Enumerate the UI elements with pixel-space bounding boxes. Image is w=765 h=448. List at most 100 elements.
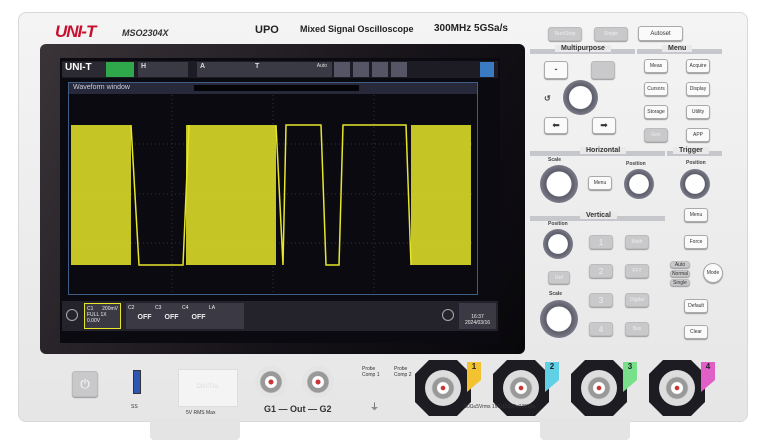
trace-dense-region [186, 125, 276, 265]
menu-button-storage[interactable]: Storage [644, 105, 668, 119]
model-name: MSO2304X [122, 28, 169, 38]
waveform-plot [71, 95, 475, 293]
ch3-label: C3 [155, 305, 162, 311]
probe-comp-1[interactable]: Probe Comp 1 [362, 366, 382, 378]
horizontal-title: Horizontal [580, 147, 627, 154]
right-arrow-button[interactable]: ➡ [592, 117, 616, 134]
menu-button-gen[interactable]: Gen [644, 128, 668, 142]
multipurpose-knob[interactable] [563, 80, 598, 115]
function-button-math[interactable]: Math [625, 235, 649, 249]
power-button[interactable]: ⏻ [72, 371, 98, 397]
trigger-position-label: Position [686, 160, 706, 166]
device-spec: 300MHz 5GSa/s [434, 23, 508, 34]
pulse-icon[interactable] [353, 62, 369, 77]
trigger-mode-single: Single [670, 279, 690, 286]
touch-lock-button[interactable] [591, 61, 615, 79]
channel-button-2[interactable]: 2 [589, 264, 613, 278]
trigger-mode-button[interactable]: Mode [703, 263, 723, 283]
default-button[interactable]: Default [684, 299, 708, 313]
logic-analyzer-box[interactable]: LA [207, 303, 244, 329]
menu-button-utility[interactable]: Utility [686, 105, 710, 119]
ch2-label: C2 [128, 305, 135, 311]
trigger-level-knob[interactable] [680, 169, 710, 199]
function-button-bus[interactable]: Bus [625, 322, 649, 336]
ref-button[interactable]: Ref [548, 271, 570, 284]
clock: 16:37 2024/03/16 [459, 303, 496, 329]
ch1-probe: 1X [100, 312, 107, 318]
force-button[interactable]: Force [684, 235, 708, 249]
trace-dense-region [71, 125, 131, 265]
status-bar: UNI-T H A T Auto [62, 61, 498, 78]
function-button-fft[interactable]: FFT [625, 264, 649, 278]
channel-button-3[interactable]: 3 [589, 293, 613, 307]
channel-button-4[interactable]: 4 [589, 322, 613, 336]
channel-3-input[interactable] [571, 360, 627, 416]
left-arrow-button[interactable]: ⬅ [544, 117, 568, 134]
scroll-left-icon[interactable] [66, 309, 78, 321]
function-button-digital[interactable]: Digital [625, 293, 649, 307]
horizontal-menu-button[interactable]: Menu [588, 176, 612, 190]
vertical-scale-label: Scale [549, 291, 563, 297]
scroll-right-icon[interactable] [442, 309, 454, 321]
vertical-scale-knob[interactable] [540, 300, 578, 338]
probe-comp-2[interactable]: Probe Comp 2 [394, 366, 414, 378]
horizontal-position-knob[interactable] [624, 169, 654, 199]
zoom-fit-button[interactable]: ⌖ [544, 61, 568, 79]
horizontal-scale-knob[interactable] [540, 165, 578, 203]
menu-button-meas[interactable]: Meas [644, 59, 668, 73]
run-state[interactable] [106, 62, 134, 77]
menu-button-acquire[interactable]: Acquire [686, 59, 710, 73]
horizontal-position-label: Position [626, 161, 646, 167]
ch1-offset: 0.00V [87, 318, 101, 324]
ground-icon: ⏚ [370, 402, 380, 412]
channel-4-input[interactable] [649, 360, 705, 416]
menu-button-app[interactable]: APP [686, 128, 710, 142]
channel-bar: C1 200mV FULL 1X 0.00V C2 OFF C3 OFF C4 OFF… [62, 301, 498, 331]
trigger-mode-normal: Normal [670, 270, 690, 277]
gen-output-1[interactable] [255, 366, 287, 398]
gen-output-2[interactable] [302, 366, 334, 398]
memory-bar [194, 85, 359, 91]
multipurpose-title: Multipurpose [555, 45, 611, 52]
clear-button[interactable]: Clear [684, 325, 708, 339]
la-label: LA [209, 305, 216, 311]
ch4-label: C4 [182, 305, 189, 311]
trigger-mode: Auto [316, 63, 327, 69]
horizontal-status[interactable]: H [138, 62, 188, 77]
digital-port-cover[interactable]: DIGITAL [178, 369, 238, 407]
grid-icon[interactable] [391, 62, 407, 77]
menu-button-cursors[interactable]: Cursors [644, 82, 668, 96]
brand-logo: UNI-T [55, 22, 96, 41]
usb-port[interactable] [133, 370, 141, 394]
date: 2024/03/16 [464, 320, 491, 326]
foot-right [540, 418, 630, 440]
undo-icon[interactable]: ↺ [544, 94, 551, 103]
menu-title: Menu [662, 45, 693, 52]
horizontal-scale-label: Scale [548, 157, 562, 163]
meter-icon[interactable] [334, 62, 350, 77]
vertical-title: Vertical [580, 212, 617, 219]
waveform-icon[interactable] [372, 62, 388, 77]
digital-voltage-note: 5V RMS Max [186, 410, 216, 416]
apps-icon[interactable] [480, 62, 494, 77]
run-stop-button[interactable]: Run/Stop [548, 27, 582, 41]
vertical-position-label: Position [548, 221, 568, 227]
channel-1-box[interactable]: C1 200mV FULL 1X 0.00V [84, 303, 121, 329]
foot-left [150, 418, 240, 440]
gen-label: G1 — Out — G2 [264, 404, 332, 414]
trace-dense-region [411, 125, 471, 265]
menu-button-display[interactable]: Display [686, 82, 710, 96]
vertical-position-knob[interactable] [543, 229, 573, 259]
channel-button-1[interactable]: 1 [589, 235, 613, 249]
single-button[interactable]: Single [594, 27, 628, 41]
channel1-trace [71, 124, 471, 266]
input-rating: 50Ω≤5Vrms 1MΩ‖16pF≤135Vpk [464, 404, 536, 410]
trigger-menu-button[interactable]: Menu [684, 208, 708, 222]
device-description: Mixed Signal Oscilloscope [300, 24, 414, 34]
usb-label: SS [131, 404, 138, 410]
upo-logo: UPO [255, 24, 279, 36]
trigger-mode-auto: Auto [670, 261, 690, 268]
trigger-title: Trigger [673, 147, 709, 154]
autoset-button[interactable]: Autoset [638, 26, 683, 41]
waveform-window[interactable]: Waveform window [68, 82, 478, 295]
